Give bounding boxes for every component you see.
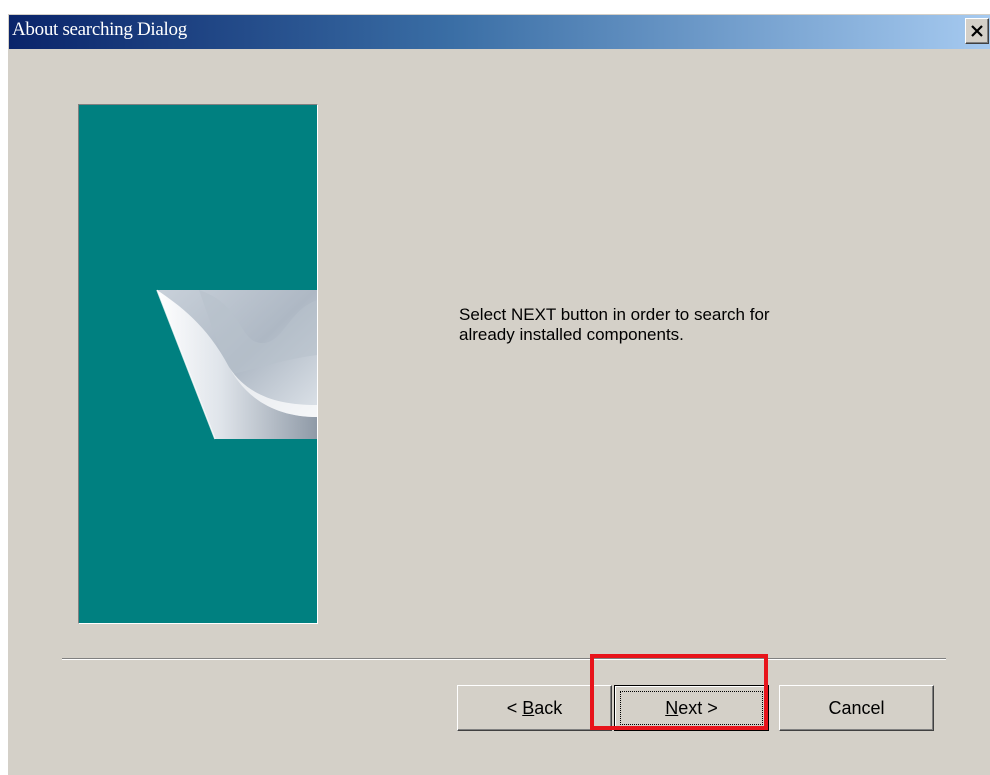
separator-line (62, 658, 946, 660)
close-icon (971, 25, 983, 37)
close-button[interactable] (965, 18, 989, 44)
back-button[interactable]: < Back (457, 685, 612, 731)
about-searching-dialog: About searching Dialog Select NEXT butto… (8, 14, 990, 775)
title-bar[interactable]: About searching Dialog (9, 15, 990, 49)
instruction-line-2: already installed components. (459, 325, 684, 344)
back-button-mnemonic: B (522, 697, 535, 718)
next-button-rest: ext > (678, 697, 718, 718)
page-curl-graphic (156, 289, 317, 440)
window-title: About searching Dialog (12, 19, 187, 40)
back-button-rest: ack (534, 697, 563, 718)
back-button-prefix: < (506, 697, 523, 718)
instruction-text: Select NEXT button in order to search fo… (459, 305, 899, 345)
instruction-line-1: Select NEXT button in order to search fo… (459, 305, 770, 324)
cancel-button[interactable]: Cancel (779, 685, 934, 731)
wizard-banner-image (78, 104, 318, 624)
next-button-mnemonic: N (665, 697, 679, 718)
next-button[interactable]: Next > (614, 685, 769, 731)
